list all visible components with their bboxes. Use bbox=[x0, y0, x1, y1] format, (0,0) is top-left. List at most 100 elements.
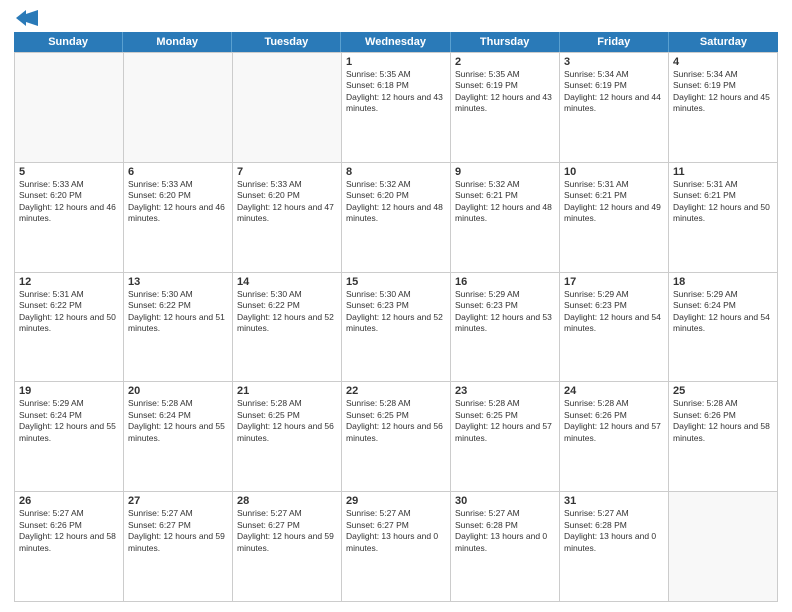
calendar-cell-day-15: 15Sunrise: 5:30 AM Sunset: 6:23 PM Dayli… bbox=[342, 273, 451, 383]
sun-info: Sunrise: 5:28 AM Sunset: 6:24 PM Dayligh… bbox=[128, 398, 228, 444]
sun-info: Sunrise: 5:29 AM Sunset: 6:24 PM Dayligh… bbox=[19, 398, 119, 444]
day-number: 17 bbox=[564, 276, 664, 288]
day-number: 13 bbox=[128, 276, 228, 288]
sun-info: Sunrise: 5:32 AM Sunset: 6:21 PM Dayligh… bbox=[455, 179, 555, 225]
day-number: 22 bbox=[346, 385, 446, 397]
calendar-cell-day-21: 21Sunrise: 5:28 AM Sunset: 6:25 PM Dayli… bbox=[233, 382, 342, 492]
sun-info: Sunrise: 5:35 AM Sunset: 6:18 PM Dayligh… bbox=[346, 69, 446, 115]
day-number: 3 bbox=[564, 56, 664, 68]
calendar-cell-day-9: 9Sunrise: 5:32 AM Sunset: 6:21 PM Daylig… bbox=[451, 163, 560, 273]
calendar-cell-day-31: 31Sunrise: 5:27 AM Sunset: 6:28 PM Dayli… bbox=[560, 492, 669, 602]
sun-info: Sunrise: 5:29 AM Sunset: 6:24 PM Dayligh… bbox=[673, 289, 773, 335]
page: SundayMondayTuesdayWednesdayThursdayFrid… bbox=[0, 0, 792, 612]
sun-info: Sunrise: 5:28 AM Sunset: 6:26 PM Dayligh… bbox=[673, 398, 773, 444]
header bbox=[14, 10, 778, 26]
calendar-cell-day-1: 1Sunrise: 5:35 AM Sunset: 6:18 PM Daylig… bbox=[342, 53, 451, 163]
calendar-cell-day-17: 17Sunrise: 5:29 AM Sunset: 6:23 PM Dayli… bbox=[560, 273, 669, 383]
day-number: 1 bbox=[346, 56, 446, 68]
calendar-cell-day-2: 2Sunrise: 5:35 AM Sunset: 6:19 PM Daylig… bbox=[451, 53, 560, 163]
sun-info: Sunrise: 5:31 AM Sunset: 6:21 PM Dayligh… bbox=[564, 179, 664, 225]
calendar-cell-day-14: 14Sunrise: 5:30 AM Sunset: 6:22 PM Dayli… bbox=[233, 273, 342, 383]
sun-info: Sunrise: 5:28 AM Sunset: 6:25 PM Dayligh… bbox=[237, 398, 337, 444]
sun-info: Sunrise: 5:27 AM Sunset: 6:28 PM Dayligh… bbox=[455, 508, 555, 554]
sun-info: Sunrise: 5:27 AM Sunset: 6:27 PM Dayligh… bbox=[237, 508, 337, 554]
day-number: 28 bbox=[237, 495, 337, 507]
day-number: 11 bbox=[673, 166, 773, 178]
sun-info: Sunrise: 5:33 AM Sunset: 6:20 PM Dayligh… bbox=[128, 179, 228, 225]
sun-info: Sunrise: 5:34 AM Sunset: 6:19 PM Dayligh… bbox=[673, 69, 773, 115]
calendar-cell-day-25: 25Sunrise: 5:28 AM Sunset: 6:26 PM Dayli… bbox=[669, 382, 778, 492]
calendar-row-5: 26Sunrise: 5:27 AM Sunset: 6:26 PM Dayli… bbox=[15, 492, 778, 602]
day-header-monday: Monday bbox=[123, 32, 232, 52]
day-number: 29 bbox=[346, 495, 446, 507]
calendar-cell-day-24: 24Sunrise: 5:28 AM Sunset: 6:26 PM Dayli… bbox=[560, 382, 669, 492]
day-number: 25 bbox=[673, 385, 773, 397]
calendar-cell-day-10: 10Sunrise: 5:31 AM Sunset: 6:21 PM Dayli… bbox=[560, 163, 669, 273]
day-number: 21 bbox=[237, 385, 337, 397]
day-number: 26 bbox=[19, 495, 119, 507]
day-header-wednesday: Wednesday bbox=[341, 32, 450, 52]
sun-info: Sunrise: 5:31 AM Sunset: 6:22 PM Dayligh… bbox=[19, 289, 119, 335]
day-number: 20 bbox=[128, 385, 228, 397]
sun-info: Sunrise: 5:27 AM Sunset: 6:27 PM Dayligh… bbox=[128, 508, 228, 554]
sun-info: Sunrise: 5:30 AM Sunset: 6:23 PM Dayligh… bbox=[346, 289, 446, 335]
sun-info: Sunrise: 5:34 AM Sunset: 6:19 PM Dayligh… bbox=[564, 69, 664, 115]
calendar-body: 1Sunrise: 5:35 AM Sunset: 6:18 PM Daylig… bbox=[14, 52, 778, 602]
calendar-cell-day-12: 12Sunrise: 5:31 AM Sunset: 6:22 PM Dayli… bbox=[15, 273, 124, 383]
calendar-cell-day-19: 19Sunrise: 5:29 AM Sunset: 6:24 PM Dayli… bbox=[15, 382, 124, 492]
day-number: 27 bbox=[128, 495, 228, 507]
day-number: 19 bbox=[19, 385, 119, 397]
day-number: 23 bbox=[455, 385, 555, 397]
calendar-cell-day-27: 27Sunrise: 5:27 AM Sunset: 6:27 PM Dayli… bbox=[124, 492, 233, 602]
day-number: 2 bbox=[455, 56, 555, 68]
day-number: 8 bbox=[346, 166, 446, 178]
day-number: 10 bbox=[564, 166, 664, 178]
calendar-header: SundayMondayTuesdayWednesdayThursdayFrid… bbox=[14, 32, 778, 52]
day-header-thursday: Thursday bbox=[451, 32, 560, 52]
day-header-sunday: Sunday bbox=[14, 32, 123, 52]
calendar-cell-day-4: 4Sunrise: 5:34 AM Sunset: 6:19 PM Daylig… bbox=[669, 53, 778, 163]
calendar-cell-empty bbox=[669, 492, 778, 602]
calendar-cell-day-8: 8Sunrise: 5:32 AM Sunset: 6:20 PM Daylig… bbox=[342, 163, 451, 273]
sun-info: Sunrise: 5:28 AM Sunset: 6:26 PM Dayligh… bbox=[564, 398, 664, 444]
day-number: 7 bbox=[237, 166, 337, 178]
sun-info: Sunrise: 5:33 AM Sunset: 6:20 PM Dayligh… bbox=[19, 179, 119, 225]
day-number: 16 bbox=[455, 276, 555, 288]
calendar-row-3: 12Sunrise: 5:31 AM Sunset: 6:22 PM Dayli… bbox=[15, 273, 778, 383]
day-number: 12 bbox=[19, 276, 119, 288]
sun-info: Sunrise: 5:27 AM Sunset: 6:26 PM Dayligh… bbox=[19, 508, 119, 554]
sun-info: Sunrise: 5:29 AM Sunset: 6:23 PM Dayligh… bbox=[455, 289, 555, 335]
logo bbox=[14, 10, 38, 26]
sun-info: Sunrise: 5:28 AM Sunset: 6:25 PM Dayligh… bbox=[346, 398, 446, 444]
calendar-cell-day-5: 5Sunrise: 5:33 AM Sunset: 6:20 PM Daylig… bbox=[15, 163, 124, 273]
logo-icon bbox=[16, 10, 38, 26]
sun-info: Sunrise: 5:32 AM Sunset: 6:20 PM Dayligh… bbox=[346, 179, 446, 225]
calendar-cell-day-30: 30Sunrise: 5:27 AM Sunset: 6:28 PM Dayli… bbox=[451, 492, 560, 602]
day-header-tuesday: Tuesday bbox=[232, 32, 341, 52]
calendar-cell-day-13: 13Sunrise: 5:30 AM Sunset: 6:22 PM Dayli… bbox=[124, 273, 233, 383]
calendar-row-4: 19Sunrise: 5:29 AM Sunset: 6:24 PM Dayli… bbox=[15, 382, 778, 492]
calendar-cell-empty bbox=[124, 53, 233, 163]
calendar-cell-day-3: 3Sunrise: 5:34 AM Sunset: 6:19 PM Daylig… bbox=[560, 53, 669, 163]
sun-info: Sunrise: 5:27 AM Sunset: 6:28 PM Dayligh… bbox=[564, 508, 664, 554]
day-number: 15 bbox=[346, 276, 446, 288]
day-number: 24 bbox=[564, 385, 664, 397]
calendar-cell-day-16: 16Sunrise: 5:29 AM Sunset: 6:23 PM Dayli… bbox=[451, 273, 560, 383]
day-number: 14 bbox=[237, 276, 337, 288]
calendar-cell-day-26: 26Sunrise: 5:27 AM Sunset: 6:26 PM Dayli… bbox=[15, 492, 124, 602]
day-header-friday: Friday bbox=[560, 32, 669, 52]
sun-info: Sunrise: 5:31 AM Sunset: 6:21 PM Dayligh… bbox=[673, 179, 773, 225]
day-number: 6 bbox=[128, 166, 228, 178]
calendar-cell-day-22: 22Sunrise: 5:28 AM Sunset: 6:25 PM Dayli… bbox=[342, 382, 451, 492]
calendar-cell-day-20: 20Sunrise: 5:28 AM Sunset: 6:24 PM Dayli… bbox=[124, 382, 233, 492]
day-number: 30 bbox=[455, 495, 555, 507]
calendar-cell-day-6: 6Sunrise: 5:33 AM Sunset: 6:20 PM Daylig… bbox=[124, 163, 233, 273]
day-number: 9 bbox=[455, 166, 555, 178]
calendar: SundayMondayTuesdayWednesdayThursdayFrid… bbox=[14, 32, 778, 602]
sun-info: Sunrise: 5:29 AM Sunset: 6:23 PM Dayligh… bbox=[564, 289, 664, 335]
calendar-cell-day-7: 7Sunrise: 5:33 AM Sunset: 6:20 PM Daylig… bbox=[233, 163, 342, 273]
sun-info: Sunrise: 5:35 AM Sunset: 6:19 PM Dayligh… bbox=[455, 69, 555, 115]
sun-info: Sunrise: 5:30 AM Sunset: 6:22 PM Dayligh… bbox=[128, 289, 228, 335]
sun-info: Sunrise: 5:30 AM Sunset: 6:22 PM Dayligh… bbox=[237, 289, 337, 335]
calendar-cell-day-18: 18Sunrise: 5:29 AM Sunset: 6:24 PM Dayli… bbox=[669, 273, 778, 383]
